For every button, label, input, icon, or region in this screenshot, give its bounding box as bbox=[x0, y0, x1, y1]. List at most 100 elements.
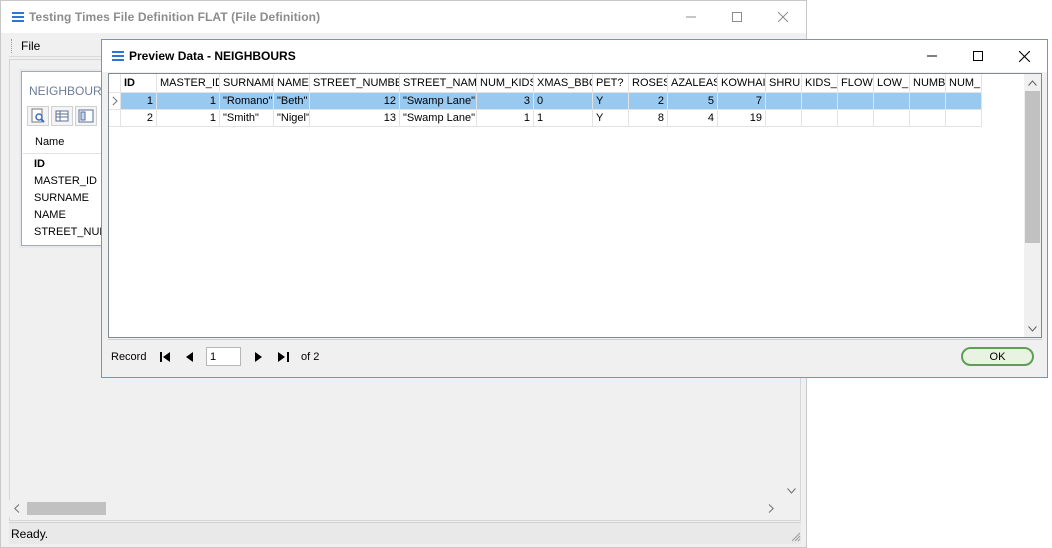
ok-button[interactable]: OK bbox=[961, 347, 1034, 366]
close-icon bbox=[778, 12, 788, 22]
close-button[interactable] bbox=[760, 1, 806, 33]
table-row[interactable]: 2 1 "Smith" "Nigel" 13 "Swamp Lane" 1 1 … bbox=[109, 110, 982, 127]
table-cell[interactable]: 8 bbox=[629, 110, 668, 127]
column-header[interactable]: STREET_NAME bbox=[400, 74, 477, 93]
table-cell[interactable]: 3 bbox=[477, 93, 534, 110]
column-header[interactable]: KIDS_F bbox=[802, 74, 838, 93]
column-header[interactable]: SURNAME bbox=[220, 74, 274, 93]
table-cell[interactable]: 7 bbox=[718, 93, 766, 110]
table-cell[interactable]: 1 bbox=[477, 110, 534, 127]
table-cell[interactable] bbox=[946, 93, 982, 110]
scroll-right-arrow[interactable] bbox=[763, 500, 779, 517]
table-cell[interactable] bbox=[910, 110, 946, 127]
dialog-close-button[interactable] bbox=[1001, 40, 1047, 72]
table-cell[interactable]: 2 bbox=[629, 93, 668, 110]
table-cell[interactable]: 1 bbox=[157, 110, 220, 127]
table-cell[interactable]: 1 bbox=[534, 110, 593, 127]
column-header[interactable]: FLOWE bbox=[838, 74, 874, 93]
panel-field-list: ID MASTER_ID SURNAME NAME STREET_NUMBER bbox=[34, 156, 110, 241]
current-record-input[interactable] bbox=[206, 347, 241, 366]
current-row-arrow-icon bbox=[111, 96, 118, 106]
table-cell[interactable] bbox=[874, 93, 910, 110]
column-header[interactable]: LOW_N bbox=[874, 74, 910, 93]
table-cell[interactable]: "Beth" bbox=[274, 93, 310, 110]
table-cell[interactable]: 19 bbox=[718, 110, 766, 127]
column-header[interactable]: ID bbox=[121, 74, 157, 93]
table-cell[interactable] bbox=[802, 110, 838, 127]
column-header[interactable]: NUM_KIDS bbox=[477, 74, 534, 93]
table-cell[interactable]: "Nigel" bbox=[274, 110, 310, 127]
first-record-button[interactable] bbox=[157, 349, 173, 365]
dialog-maximize-button[interactable] bbox=[955, 40, 1001, 72]
resize-grip-icon bbox=[791, 532, 801, 542]
table-cell[interactable]: Y bbox=[593, 110, 629, 127]
table-cell[interactable]: "Swamp Lane" bbox=[400, 93, 477, 110]
table-cell[interactable]: Y bbox=[593, 93, 629, 110]
maximize-icon bbox=[732, 12, 742, 22]
table-cell[interactable] bbox=[838, 93, 874, 110]
next-record-icon bbox=[254, 352, 262, 362]
column-header[interactable]: STREET_NUMBER bbox=[310, 74, 400, 93]
table-cell[interactable] bbox=[766, 93, 802, 110]
table-cell[interactable]: 1 bbox=[121, 93, 157, 110]
layout-button[interactable] bbox=[75, 106, 97, 126]
column-header[interactable]: MASTER_ID bbox=[157, 74, 220, 93]
previous-record-button[interactable] bbox=[181, 349, 197, 365]
data-grid[interactable]: ID MASTER_ID SURNAME NAME STREET_NUMBER … bbox=[108, 73, 1042, 338]
column-header[interactable]: PET? bbox=[593, 74, 629, 93]
main-scroll-down-arrow[interactable] bbox=[783, 483, 799, 499]
table-cell[interactable]: "Smith" bbox=[220, 110, 274, 127]
table-cell[interactable] bbox=[766, 110, 802, 127]
minimize-button[interactable] bbox=[668, 1, 714, 33]
table-cell[interactable] bbox=[910, 93, 946, 110]
table-cell[interactable] bbox=[946, 110, 982, 127]
minimize-icon bbox=[686, 16, 696, 18]
field-item[interactable]: SURNAME bbox=[34, 190, 110, 207]
table-cell[interactable] bbox=[838, 110, 874, 127]
table-cell[interactable]: 5 bbox=[668, 93, 718, 110]
field-item[interactable]: NAME bbox=[34, 207, 110, 224]
scroll-thumb[interactable] bbox=[27, 502, 106, 515]
scroll-up-arrow[interactable] bbox=[1024, 74, 1041, 91]
grid-vertical-scrollbar[interactable] bbox=[1024, 74, 1041, 337]
table-row[interactable]: 1 1 "Romano" "Beth" 12 "Swamp Lane" 3 0 … bbox=[109, 93, 982, 110]
preview-button[interactable] bbox=[27, 106, 49, 126]
scroll-thumb[interactable] bbox=[1025, 91, 1040, 243]
maximize-button[interactable] bbox=[714, 1, 760, 33]
panel-toolbar bbox=[27, 106, 97, 128]
main-horizontal-scrollbar[interactable] bbox=[9, 500, 779, 517]
column-header[interactable]: KOWHAI bbox=[718, 74, 766, 93]
field-item[interactable]: ID bbox=[34, 156, 110, 173]
dialog-minimize-button[interactable] bbox=[909, 40, 955, 72]
table-cell[interactable]: 1 bbox=[157, 93, 220, 110]
table-cell[interactable]: "Romano" bbox=[220, 93, 274, 110]
table-cell[interactable]: 4 bbox=[668, 110, 718, 127]
column-header[interactable]: SHRUB bbox=[766, 74, 802, 93]
last-record-button[interactable] bbox=[275, 349, 291, 365]
table-cell[interactable] bbox=[802, 93, 838, 110]
scroll-left-arrow[interactable] bbox=[9, 500, 25, 517]
column-header[interactable]: NUMBE bbox=[910, 74, 946, 93]
table-cell[interactable]: 0 bbox=[534, 93, 593, 110]
table-cell[interactable]: 2 bbox=[121, 110, 157, 127]
column-header[interactable]: NUM_E bbox=[946, 74, 982, 93]
table-button[interactable] bbox=[51, 106, 73, 126]
next-record-button[interactable] bbox=[250, 349, 266, 365]
table-cell[interactable] bbox=[874, 110, 910, 127]
column-header[interactable]: ROSES bbox=[629, 74, 668, 93]
field-item[interactable]: STREET_NUMBER bbox=[34, 224, 110, 241]
chevron-left-icon bbox=[14, 504, 20, 513]
scroll-down-arrow[interactable] bbox=[1024, 320, 1041, 337]
panel-column-header[interactable]: Name bbox=[23, 130, 111, 154]
table-cell[interactable]: 13 bbox=[310, 110, 400, 127]
menu-file[interactable]: File bbox=[21, 39, 40, 53]
table-icon bbox=[55, 110, 69, 122]
field-item[interactable]: MASTER_ID bbox=[34, 173, 110, 190]
column-header[interactable]: AZALEAS bbox=[668, 74, 718, 93]
panel-title: NEIGHBOURS bbox=[29, 84, 110, 98]
table-cell[interactable]: 12 bbox=[310, 93, 400, 110]
grid-header-row: ID MASTER_ID SURNAME NAME STREET_NUMBER … bbox=[109, 74, 982, 93]
column-header[interactable]: NAME bbox=[274, 74, 310, 93]
table-cell[interactable]: "Swamp Lane" bbox=[400, 110, 477, 127]
column-header[interactable]: XMAS_BBQ bbox=[534, 74, 593, 93]
